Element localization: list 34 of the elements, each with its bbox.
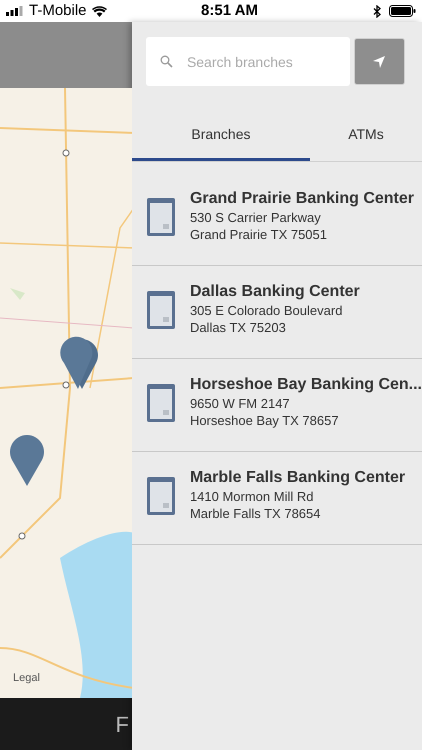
branch-item[interactable]: Marble Falls Banking Center 1410 Mormon Mill Rd Marble Falls TX 78654 (132, 452, 422, 545)
branch-address: 9650 W FM 2147 (190, 395, 291, 412)
branch-city: Grand Prairie TX 75051 (190, 226, 328, 243)
search-field[interactable]: Search branches (146, 37, 350, 86)
branch-name: Horseshoe Bay Banking Cen... (190, 375, 422, 395)
branch-name: Grand Prairie Banking Center (190, 189, 414, 209)
locate-button[interactable] (354, 38, 405, 85)
tab[interactable]: Branches (132, 111, 310, 161)
wifi-icon (92, 6, 107, 16)
signal-icon (6, 6, 24, 16)
branch-address: 305 E Colorado Boulevard (190, 302, 344, 319)
branch-name: Dallas Banking Center (190, 282, 360, 302)
branch-icon (146, 290, 176, 330)
branch-icon (146, 476, 176, 516)
tab[interactable]: ATMs (310, 111, 422, 161)
branch-item[interactable]: Horseshoe Bay Banking Cen... 9650 W FM 2147 Horseshoe Bay TX 78657 (132, 359, 422, 452)
search-icon (160, 55, 173, 68)
branch-item[interactable]: Grand Prairie Banking Center 530 S Carrier Parkway Grand Prairie TX 75051 (132, 173, 422, 266)
legal-link[interactable]: Legal (13, 670, 40, 686)
branch-city: Horseshoe Bay TX 78657 (190, 412, 340, 429)
battery-icon (389, 5, 416, 17)
branch-item[interactable]: Dallas Banking Center 305 E Colorado Boulevard Dallas TX 75203 (132, 266, 422, 359)
carrier-name: T-Mobile (29, 0, 87, 21)
branch-icon (146, 383, 176, 423)
branch-city: Dallas TX 75203 (190, 319, 287, 336)
branch-icon (146, 197, 176, 237)
branch-address: 530 S Carrier Parkway (190, 209, 322, 226)
bluetooth-icon (373, 4, 381, 18)
branch-address: 1410 Mormon Mill Rd (190, 488, 314, 505)
branch-city: Marble Falls TX 78654 (190, 505, 322, 522)
branch-name: Marble Falls Banking Center (190, 468, 406, 488)
bottom-bar-label: F (115, 710, 129, 738)
location-arrow-icon (373, 56, 386, 68)
status-time: 8:51 AM (200, 0, 259, 21)
